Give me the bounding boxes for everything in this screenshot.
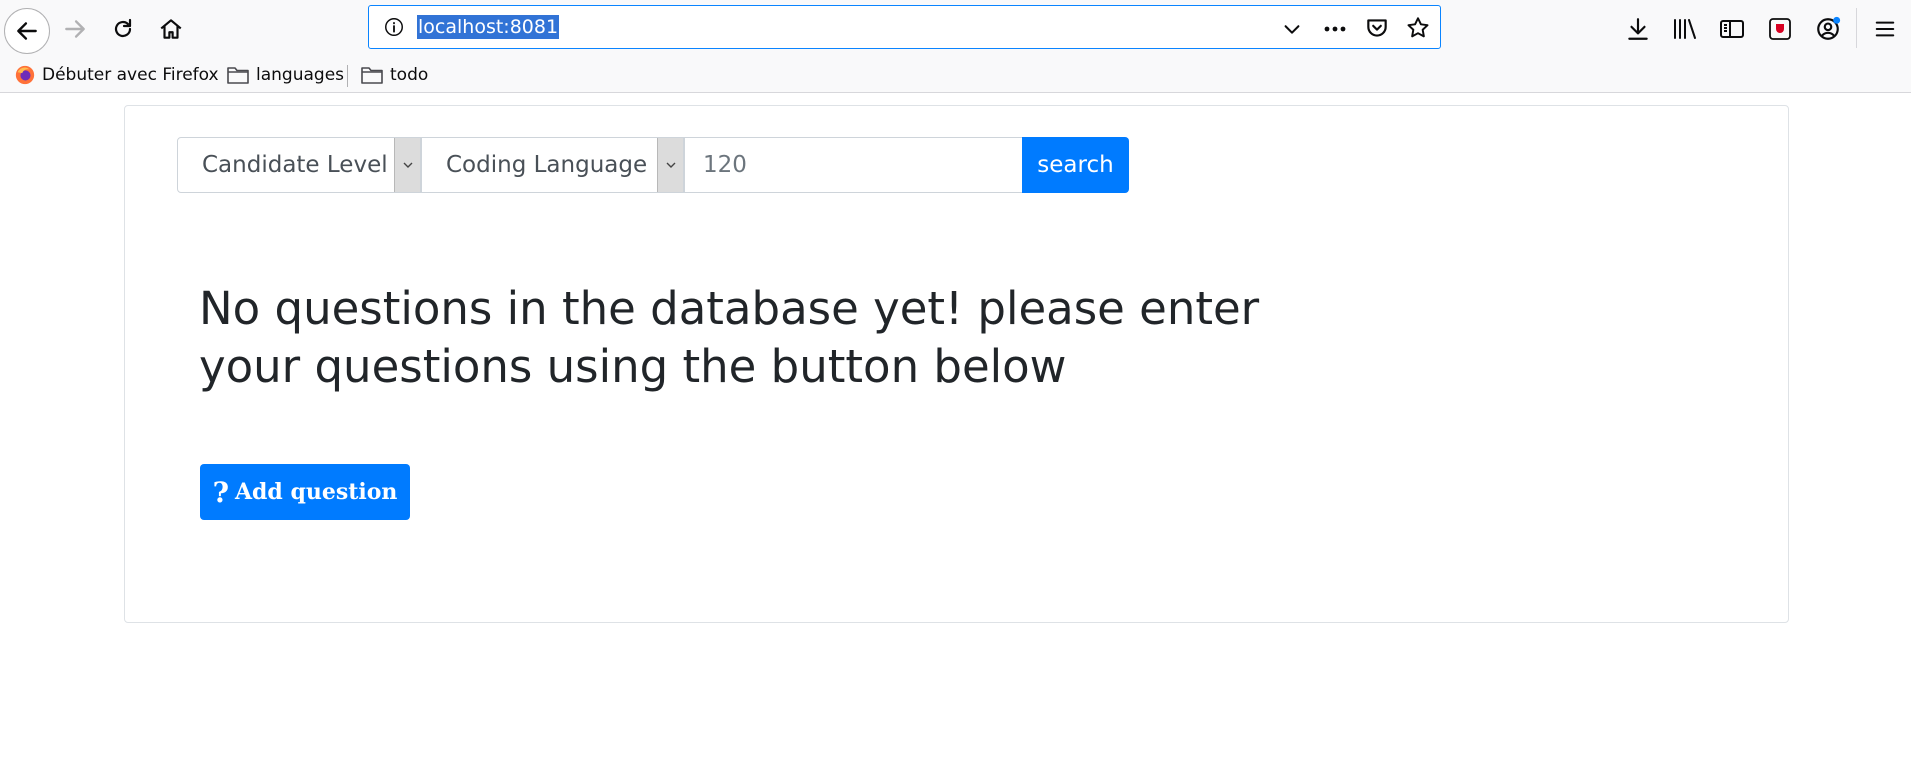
reload-icon xyxy=(114,18,132,38)
coding-language-label: Coding Language xyxy=(446,152,648,178)
question-count-input[interactable] xyxy=(684,137,1023,193)
home-button[interactable] xyxy=(150,8,192,50)
library-button[interactable] xyxy=(1664,8,1706,50)
firefox-icon xyxy=(15,65,35,85)
select-dropdown-arrow[interactable] xyxy=(657,138,683,192)
sidebar-icon xyxy=(1720,20,1744,38)
account-button[interactable] xyxy=(1807,8,1849,50)
menu-button[interactable] xyxy=(1864,8,1906,50)
question-mark-icon: ? xyxy=(212,475,229,509)
back-button[interactable] xyxy=(4,8,50,54)
bookmark-label: todo xyxy=(390,65,429,85)
download-icon xyxy=(1628,18,1648,40)
candidate-level-select[interactable]: Candidate Level xyxy=(177,137,421,193)
account-icon xyxy=(1817,16,1841,40)
shield-extension-icon xyxy=(1769,18,1791,40)
bookmark-languages[interactable]: languages xyxy=(226,62,344,88)
add-question-button[interactable]: ? Add question xyxy=(200,464,410,520)
bookmark-label: languages xyxy=(256,65,345,85)
extension-button[interactable] xyxy=(1759,8,1801,50)
forward-arrow-icon xyxy=(65,20,85,38)
coding-language-select[interactable]: Coding Language xyxy=(421,137,684,193)
library-icon xyxy=(1674,19,1696,39)
bookmark-star-icon[interactable] xyxy=(1405,15,1431,41)
hamburger-menu-icon xyxy=(1875,21,1895,37)
reload-button[interactable] xyxy=(102,8,144,50)
bookmarks-bar: Débuter avec Firefox languages todo xyxy=(0,58,1911,93)
url-bar[interactable]: localhost:8081 xyxy=(368,5,1441,49)
url-text[interactable]: localhost:8081 xyxy=(417,15,560,39)
forward-button[interactable] xyxy=(54,8,96,50)
page-actions-icon[interactable] xyxy=(1322,18,1348,40)
site-info-icon[interactable] xyxy=(383,16,405,38)
bookmark-todo[interactable]: todo xyxy=(360,62,428,88)
select-dropdown-arrow[interactable] xyxy=(394,138,420,192)
empty-state-message: No questions in the database yet! please… xyxy=(199,282,1260,393)
downloads-button[interactable] xyxy=(1617,8,1659,50)
toolbar-separator xyxy=(1856,8,1857,48)
home-icon xyxy=(160,19,182,39)
pocket-icon[interactable] xyxy=(1364,15,1390,41)
folder-icon xyxy=(227,67,249,84)
bookmark-label: Débuter avec Firefox xyxy=(42,65,219,85)
bookmark-separator xyxy=(347,65,348,87)
dropdown-chevron-icon[interactable] xyxy=(1281,18,1303,40)
chevron-down-icon xyxy=(403,162,412,168)
candidate-level-label: Candidate Level xyxy=(202,152,388,178)
search-button[interactable]: search xyxy=(1022,137,1129,193)
folder-icon xyxy=(361,67,383,84)
sidebar-button[interactable] xyxy=(1711,8,1753,50)
bookmark-firefox[interactable]: Débuter avec Firefox xyxy=(14,62,219,88)
add-question-label: Add question xyxy=(234,479,398,505)
back-arrow-icon xyxy=(17,22,37,40)
browser-toolbar: localhost:8081 xyxy=(0,0,1911,58)
chevron-down-icon xyxy=(666,162,675,168)
